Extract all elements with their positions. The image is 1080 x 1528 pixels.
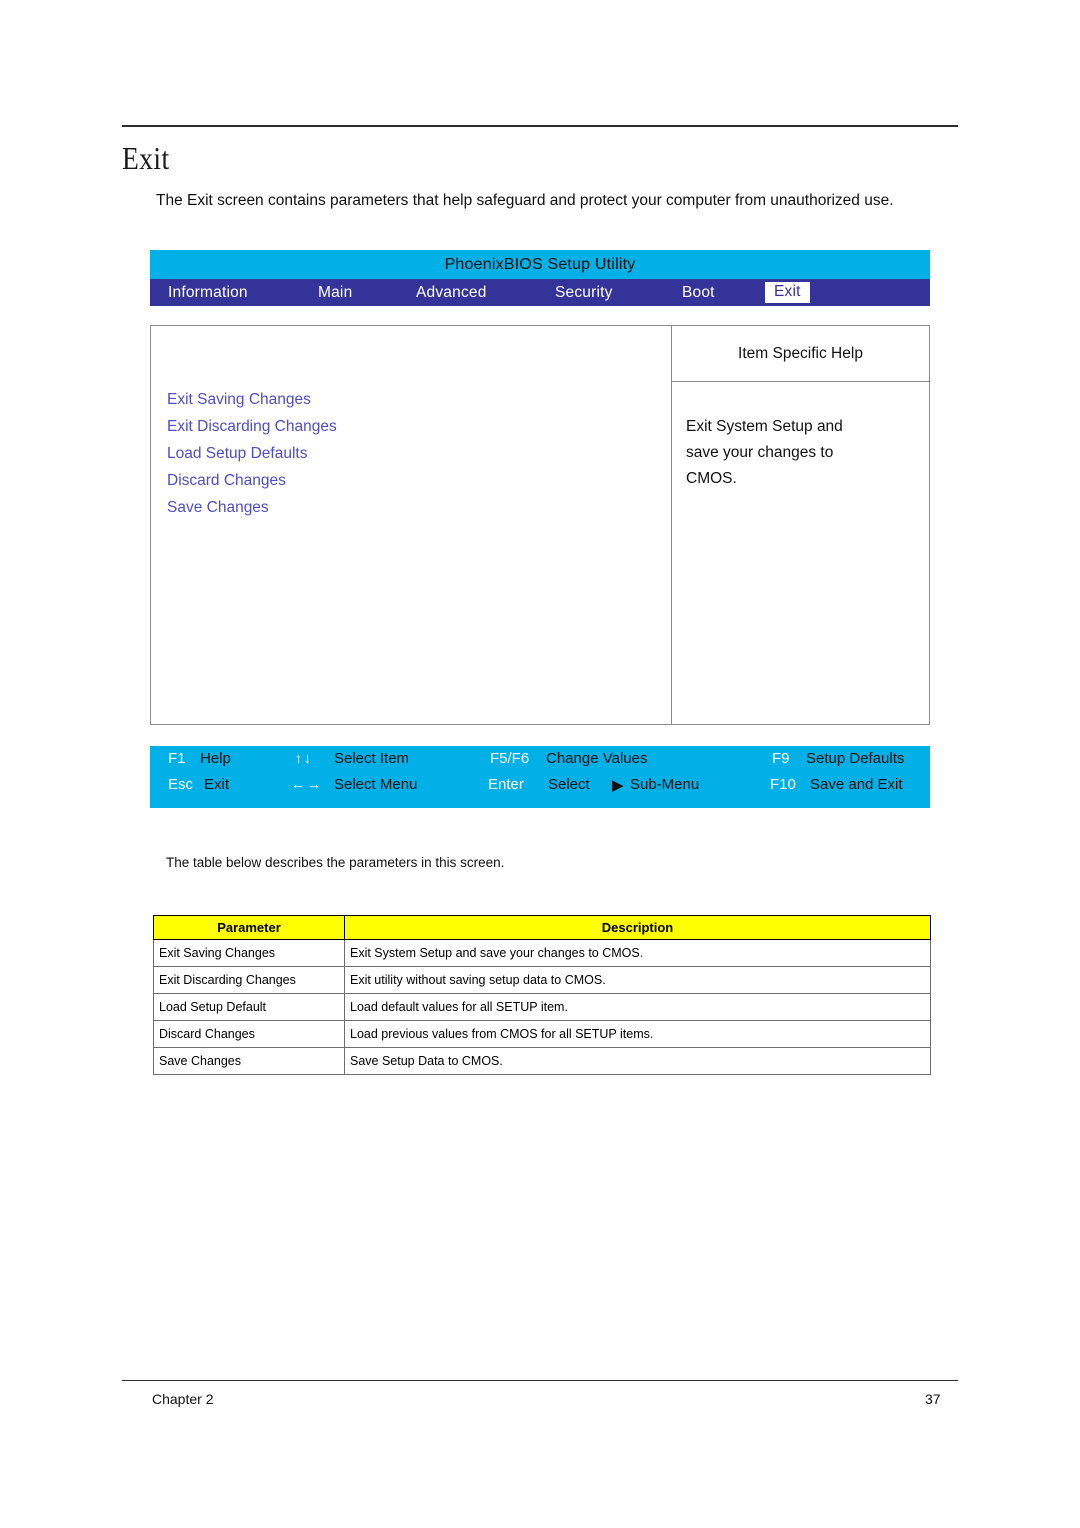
help-text-line-2: save your changes to [686,444,834,461]
cell-description: Exit utility without saving setup data t… [344,966,931,994]
key-f1[interactable]: F1 [168,750,186,767]
cell-parameter: Exit Saving Changes [153,939,345,967]
tab-boot[interactable]: Boot [682,284,715,302]
key-f10-action: Save and Exit [810,776,903,793]
table-lead-text: The table below describes the parameters… [166,855,505,870]
table-row: Exit Saving Changes Exit System Setup an… [153,939,931,967]
help-panel-title: Item Specific Help [672,326,929,382]
menu-item-save-changes[interactable]: Save Changes [167,494,337,521]
key-f9-action: Setup Defaults [806,750,905,767]
page-title: Exit [122,140,170,176]
up-down-arrow-icon: ↑↓ [295,750,313,766]
footer-page-number: 37 [925,1391,941,1407]
table-row: Discard Changes Load previous values fro… [153,1020,931,1048]
bios-body: Exit Saving Changes Exit Discarding Chan… [150,325,930,725]
table-row: Load Setup Default Load default values f… [153,993,931,1021]
cell-description: Exit System Setup and save your changes … [344,939,931,967]
key-enter-action: Select [548,776,590,793]
key-submenu-action: Sub-Menu [630,776,700,793]
submenu-triangle-icon: ▶ [612,777,624,794]
tab-security[interactable]: Security [555,284,613,302]
key-f1-action: Help [200,750,231,767]
page-top-rule [122,125,958,127]
key-f9[interactable]: F9 [772,750,790,767]
menu-item-load-setup-defaults[interactable]: Load Setup Defaults [167,440,337,467]
help-text-line-3: CMOS. [686,470,737,487]
bios-function-key-bar: F1 Help ↑↓ Select Item F5/F6 Change Valu… [150,746,930,808]
cell-description: Load previous values from CMOS for all S… [344,1020,931,1048]
key-f5-f6-action: Change Values [546,750,648,767]
left-right-arrow-icon: ←→ [291,776,323,792]
menu-item-exit-discarding-changes[interactable]: Exit Discarding Changes [167,413,337,440]
key-f5-f6[interactable]: F5/F6 [490,750,529,767]
bios-menu-list: Exit Saving Changes Exit Discarding Chan… [167,386,337,521]
cell-parameter: Discard Changes [153,1020,345,1048]
table-header-row: Parameter Description [153,915,931,940]
help-text-line-1: Exit System Setup and [686,418,843,435]
cell-parameter: Save Changes [153,1047,345,1075]
bios-title-bar: PhoenixBIOS Setup Utility [150,250,930,279]
keybar-row-1: F1 Help ↑↓ Select Item F5/F6 Change Valu… [150,750,930,776]
footer-chapter-label: Chapter 2 [152,1391,214,1407]
column-header-parameter: Parameter [153,915,345,940]
cell-parameter: Exit Discarding Changes [153,966,345,994]
menu-item-discard-changes[interactable]: Discard Changes [167,467,337,494]
key-esc[interactable]: Esc [168,776,193,793]
tab-advanced[interactable]: Advanced [416,284,487,302]
key-select-menu-action: Select Menu [334,776,418,793]
tab-exit[interactable]: Exit [765,282,810,303]
item-specific-help-panel: Item Specific Help Exit System Setup and… [671,325,930,725]
parameter-description-table: Parameter Description Exit Saving Change… [153,915,931,1075]
table-row: Exit Discarding Changes Exit utility wit… [153,966,931,994]
key-enter[interactable]: Enter [488,776,524,793]
help-panel-text: Exit System Setup and save your changes … [672,382,929,492]
bios-menu-panel: Exit Saving Changes Exit Discarding Chan… [150,325,671,725]
key-select-item-action: Select Item [334,750,410,767]
cell-description: Load default values for all SETUP item. [344,993,931,1021]
bios-setup-screen: PhoenixBIOS Setup Utility Information Ma… [150,250,930,808]
keybar-row-2: Esc Exit ←→ Select Menu Enter Select ▶ S… [150,776,930,802]
column-header-description: Description [344,915,931,940]
cell-parameter: Load Setup Default [153,993,345,1021]
table-row: Save Changes Save Setup Data to CMOS. [153,1047,931,1075]
tab-information[interactable]: Information [168,284,248,302]
cell-description: Save Setup Data to CMOS. [344,1047,931,1075]
intro-paragraph: The Exit screen contains parameters that… [156,192,894,209]
tab-main[interactable]: Main [318,284,352,302]
key-esc-action: Exit [204,776,230,793]
page-bottom-rule [122,1380,958,1381]
bios-tab-bar: Information Main Advanced Security Boot … [150,279,930,306]
menu-item-exit-saving-changes[interactable]: Exit Saving Changes [167,386,337,413]
key-f10[interactable]: F10 [770,776,796,793]
